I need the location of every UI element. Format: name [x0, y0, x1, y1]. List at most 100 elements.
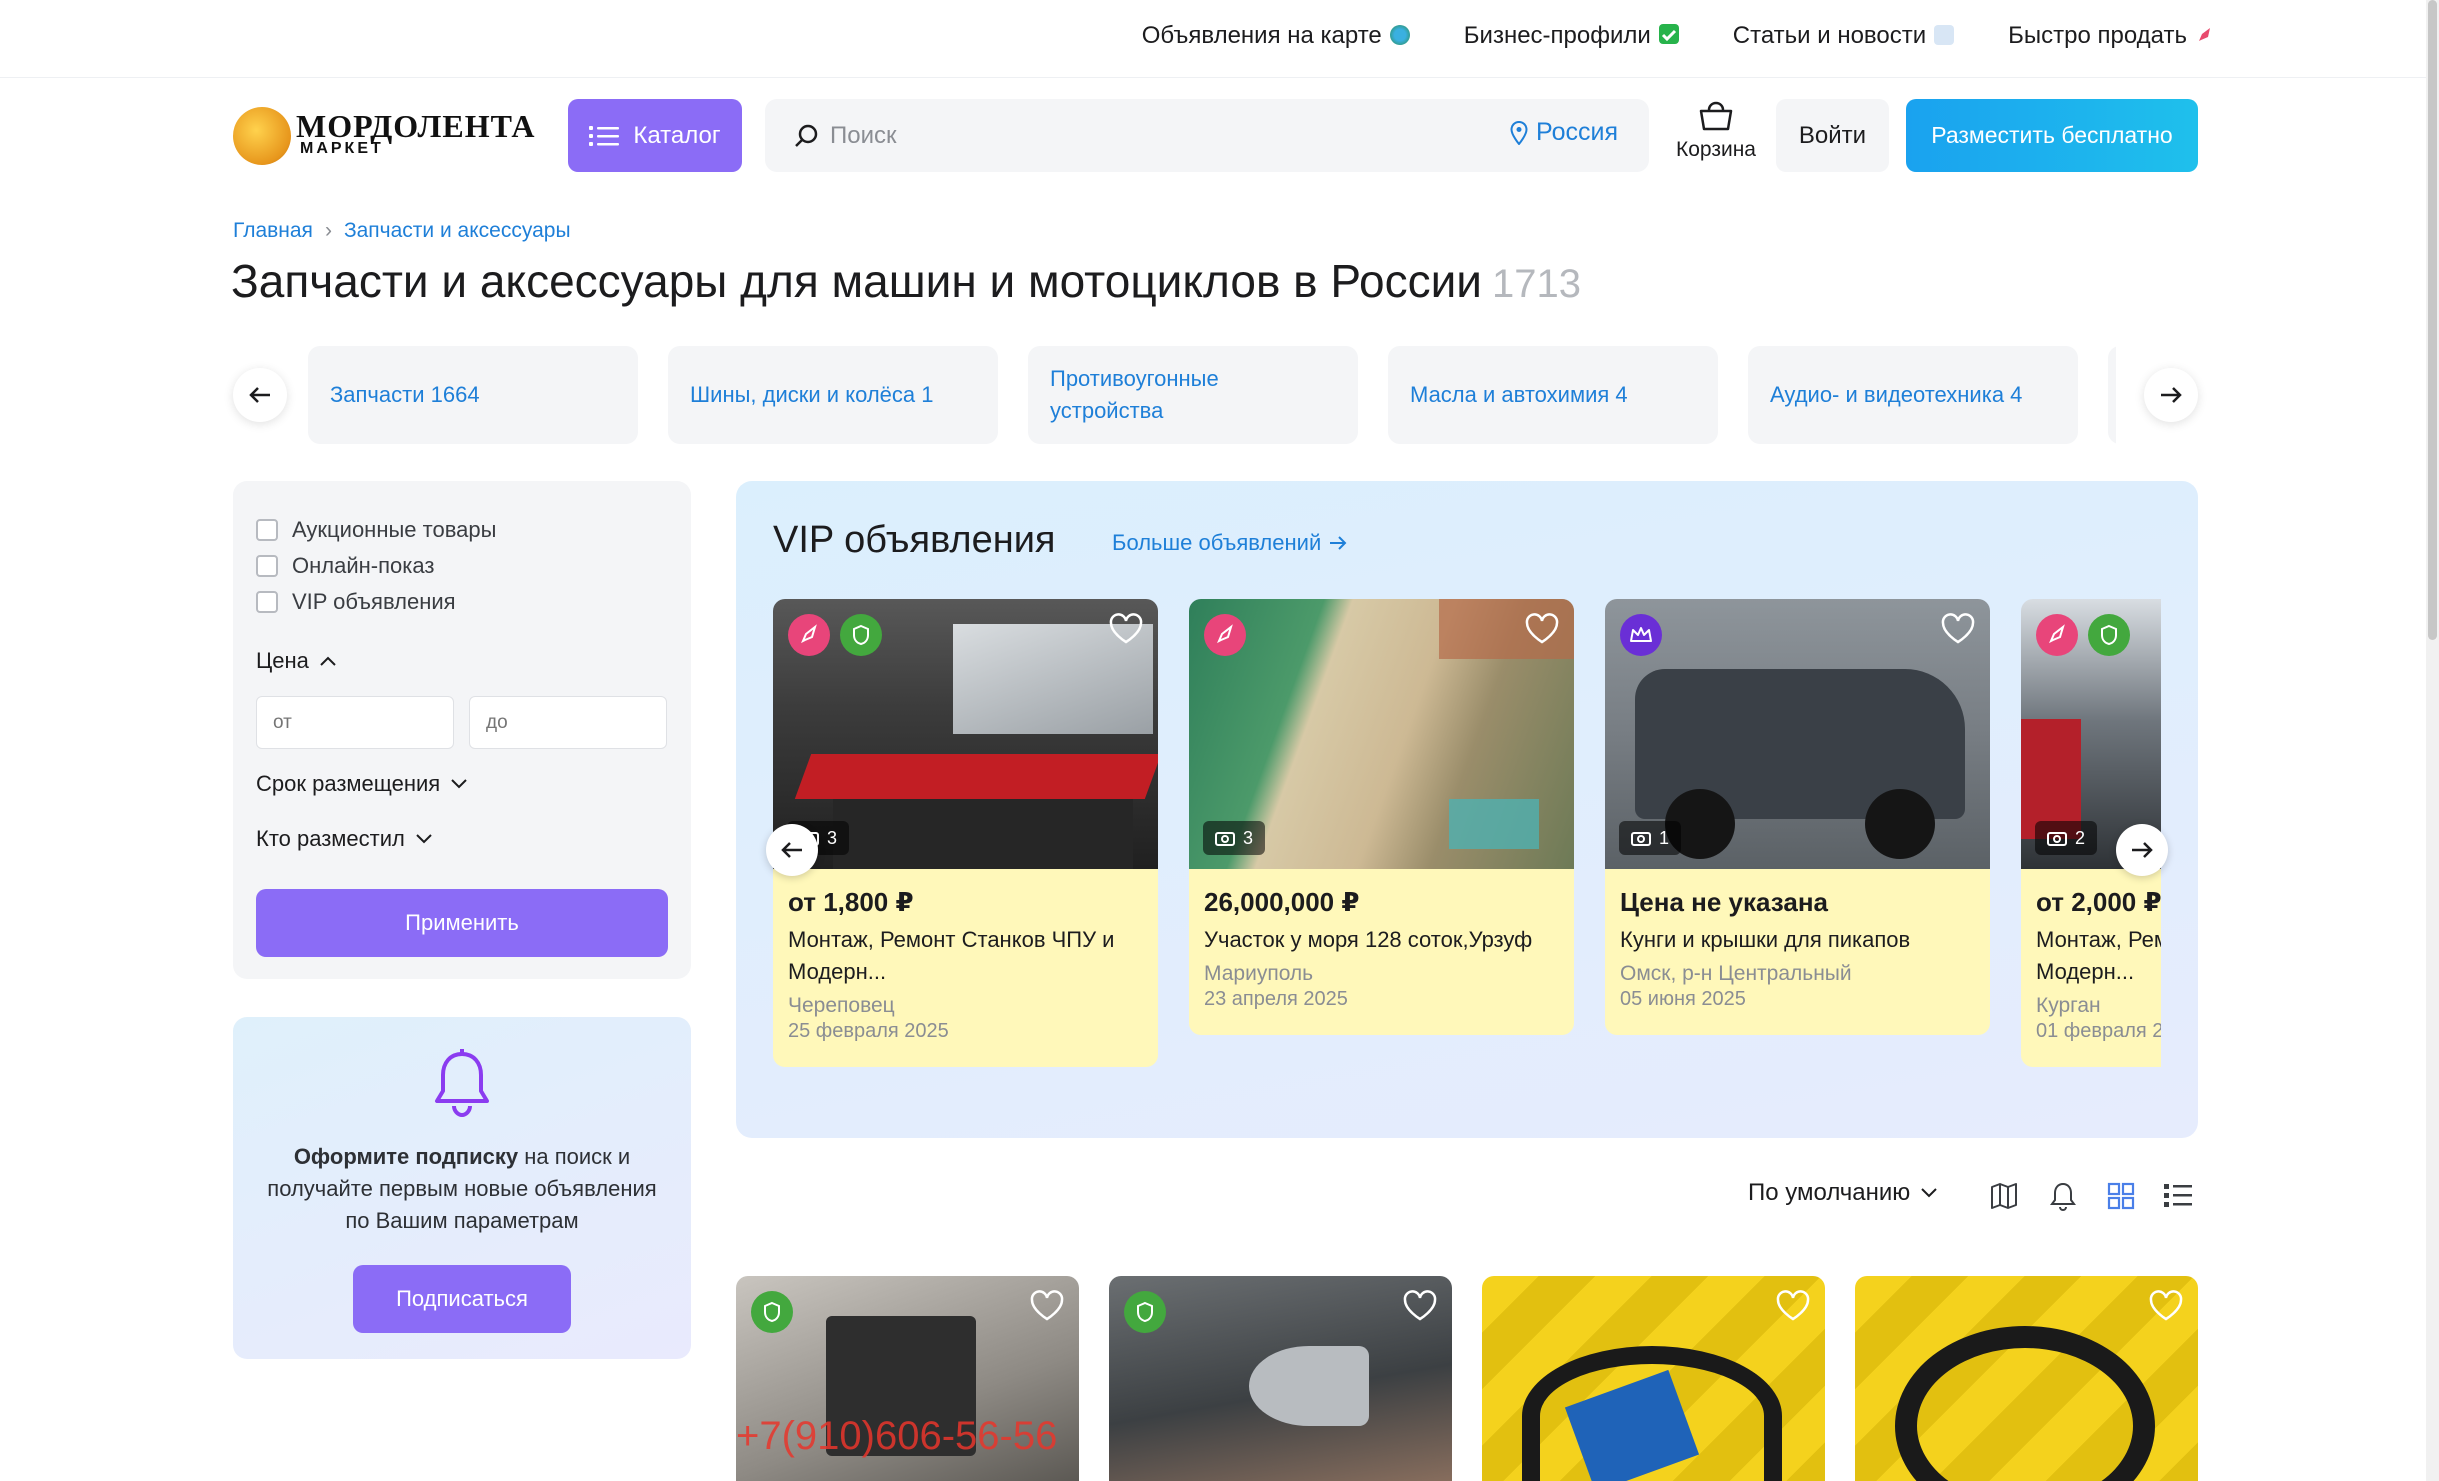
price-filter-toggle[interactable]: Цена [256, 648, 337, 674]
basket-icon [1699, 101, 1733, 131]
subscribe-button[interactable]: Подписаться [353, 1265, 571, 1333]
category-chip[interactable]: Запчасти 1664 [308, 346, 638, 444]
vip-card-price: от 1,800 ₽ [788, 887, 914, 917]
vip-card[interactable]: 3 26,000,000 ₽ Участок у моря 128 соток,… [1189, 599, 1574, 1035]
period-filter-toggle[interactable]: Срок размещения [256, 771, 468, 797]
vip-next-button[interactable] [2116, 824, 2168, 876]
checkbox[interactable] [256, 519, 278, 541]
vip-card-body: 26,000,000 ₽ Участок у моря 128 соток,Ур… [1189, 869, 1574, 1035]
logo-subtitle: МАРКЕТ [300, 140, 384, 157]
favorite-heart-icon[interactable] [1402, 1290, 1438, 1322]
checkbox[interactable] [256, 555, 278, 577]
region-selector[interactable]: Россия [1510, 118, 1618, 147]
top-link-articles[interactable]: Статьи и новости [1733, 22, 1955, 50]
vip-card-date: 23 апреля 2025 [1204, 988, 1348, 1010]
author-label: Кто разместил [256, 826, 405, 851]
search-input[interactable] [830, 104, 1430, 168]
listing-card[interactable] [1482, 1276, 1825, 1481]
vip-card-date: 25 февраля 2025 [788, 1020, 949, 1042]
grid-view-icon[interactable] [2104, 1179, 2138, 1213]
vip-card-body: Цена не указана Кунги и крышки для пикап… [1605, 869, 1990, 1035]
price-from-input[interactable] [256, 696, 454, 749]
favorite-heart-icon[interactable] [2148, 1290, 2184, 1322]
region-label: Россия [1536, 118, 1618, 146]
breadcrumb-home[interactable]: Главная [233, 219, 313, 243]
vip-card-title: Монтаж, Ремонт Станков ЧПУ и Модерн... [788, 927, 1115, 984]
rocket-badge-icon [2036, 614, 2078, 656]
vip-card-city: Омск, р-н Центральный [1620, 962, 1852, 985]
filter-online-show[interactable]: Онлайн-показ [256, 553, 434, 579]
subscribe-bold: Оформите подписку [293, 1144, 519, 1169]
photo-count-value: 3 [827, 827, 838, 848]
price-to-input[interactable] [469, 696, 667, 749]
vip-carousel: 3 от 1,800 ₽ Монтаж, Ремонт Станков ЧПУ … [773, 599, 2161, 1071]
catalog-label: Каталог [633, 121, 721, 149]
top-link-map[interactable]: Объявления на карте [1142, 22, 1410, 50]
period-label: Срок размещения [256, 771, 441, 796]
location-pin-icon [1510, 120, 1528, 145]
vip-card-date: 01 февраля 2025 [2036, 1020, 2161, 1042]
apply-filters-button[interactable]: Применить [256, 889, 668, 957]
bell-icon [435, 1049, 489, 1118]
favorite-heart-icon[interactable] [1029, 1290, 1065, 1322]
category-chip[interactable]: Противоугонные устройства [1028, 346, 1358, 444]
top-link-business[interactable]: Бизнес-профили [1464, 22, 1679, 50]
filter-label: VIP объявления [292, 589, 456, 614]
favorite-heart-icon[interactable] [1524, 613, 1560, 645]
crown-badge-icon [1620, 614, 1662, 656]
vip-card-photo: 1 [1605, 599, 1990, 869]
post-ad-button[interactable]: Разместить бесплатно [1906, 99, 2198, 172]
category-chip[interactable]: Масла и автохимия 4 [1388, 346, 1718, 444]
vip-card-photo: 3 [1189, 599, 1574, 869]
scrollbar-thumb[interactable] [2428, 0, 2437, 640]
list-view-icon[interactable] [2161, 1179, 2195, 1213]
category-chip-partial[interactable] [2108, 346, 2116, 444]
checkbox[interactable] [256, 591, 278, 613]
logo-icon[interactable] [233, 107, 291, 165]
favorite-heart-icon[interactable] [1940, 613, 1976, 645]
favorite-heart-icon[interactable] [1108, 613, 1144, 645]
listing-card[interactable]: +7(910)606-56-56 [736, 1276, 1079, 1481]
category-chips: Запчасти 1664 Шины, диски и колёса 1 Про… [306, 330, 2116, 460]
arrow-right-icon [1330, 536, 1347, 550]
arrow-left-icon [249, 387, 270, 403]
listing-card[interactable] [1109, 1276, 1452, 1481]
vip-prev-button[interactable] [766, 824, 818, 876]
category-chip[interactable]: Аудио- и видеотехника 4 [1748, 346, 2078, 444]
shield-badge-icon [1124, 1291, 1166, 1333]
vip-card-city: Курган [2036, 994, 2101, 1017]
listing-card[interactable] [1855, 1276, 2198, 1481]
notification-bell-icon[interactable] [2046, 1179, 2080, 1213]
vip-card-price: от 2,000 ₽ [2036, 887, 2161, 917]
login-button[interactable]: Войти [1776, 99, 1889, 172]
vip-more-label: Больше объявлений [1112, 530, 1322, 555]
categories-prev-button[interactable] [233, 368, 287, 422]
category-chip[interactable]: Шины, диски и колёса 1 [668, 346, 998, 444]
sort-dropdown[interactable]: По умолчанию [1748, 1179, 1938, 1207]
page-title: Запчасти и аксессуары для машин и мотоци… [231, 254, 1581, 308]
filter-vip[interactable]: VIP объявления [256, 589, 456, 615]
vip-card[interactable]: 1 Цена не указана Кунги и крышки для пик… [1605, 599, 1990, 1035]
catalog-button[interactable]: Каталог [568, 99, 742, 172]
camera-icon [2047, 832, 2067, 846]
vip-card-title: Кунги и крышки для пикапов [1620, 927, 1911, 952]
vip-card-body: от 2,000 ₽ Монтаж, Ремонт Станков и Моде… [2021, 869, 2161, 1067]
check-icon [1658, 24, 1679, 44]
top-link-sell[interactable]: Быстро продать [2008, 22, 2215, 50]
search-icon [795, 124, 818, 147]
photo-count-value: 1 [1659, 827, 1670, 848]
filter-auction[interactable]: Аукционные товары [256, 517, 496, 543]
vip-card-city: Мариуполь [1204, 962, 1314, 985]
arrow-right-icon [2161, 387, 2182, 403]
vip-more-link[interactable]: Больше объявлений [1112, 530, 1347, 556]
page-title-text: Запчасти и аксессуары для машин и мотоци… [231, 255, 1483, 307]
categories-next-button[interactable] [2144, 368, 2198, 422]
breadcrumb: Главная › Запчасти и аксессуары [233, 219, 571, 243]
cart-button[interactable]: Корзина [1668, 100, 1764, 172]
vip-title: VIP объявления [773, 519, 1056, 561]
breadcrumb-current[interactable]: Запчасти и аксессуары [344, 219, 571, 243]
favorite-heart-icon[interactable] [1775, 1290, 1811, 1322]
map-view-icon[interactable] [1989, 1179, 2023, 1213]
vip-card[interactable]: 3 от 1,800 ₽ Монтаж, Ремонт Станков ЧПУ … [773, 599, 1158, 1067]
author-filter-toggle[interactable]: Кто разместил [256, 826, 433, 852]
